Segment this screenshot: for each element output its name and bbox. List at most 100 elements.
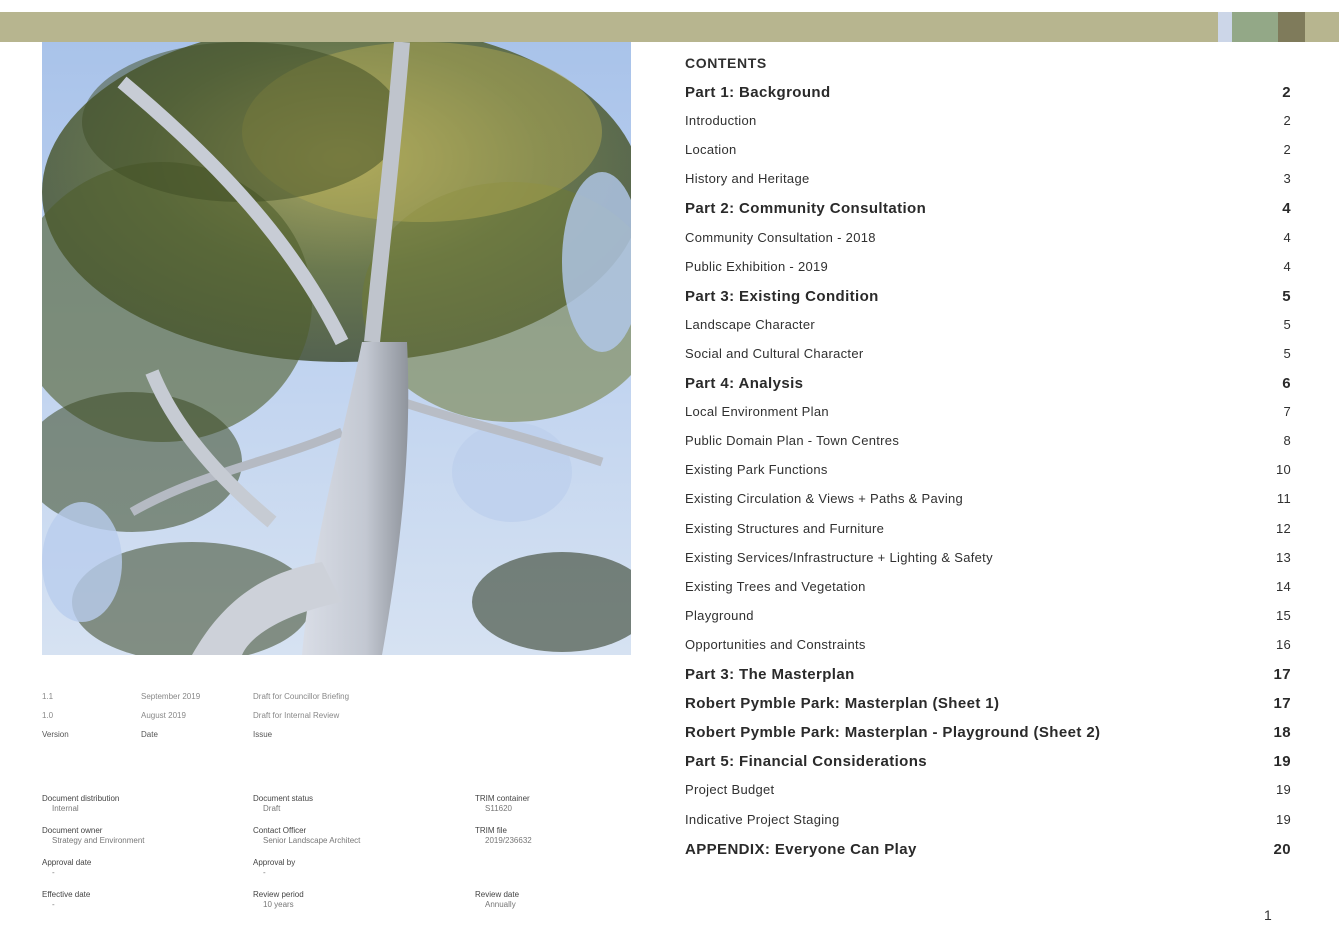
date-header: Date [141, 730, 158, 739]
toc-entry-page: 19 [1275, 811, 1291, 827]
toc-entry-page: 11 [1276, 491, 1291, 507]
toc-entry: Existing Structures and Furniture 12 [685, 521, 1291, 536]
toc-entry-page: 10 [1275, 462, 1291, 478]
info-owner: Document owner Strategy and Environment [42, 826, 145, 846]
header-bar-accent-3 [1278, 12, 1305, 42]
toc-entry-label: Local Environment Plan [685, 404, 829, 420]
toc-entry-page: 7 [1283, 404, 1291, 420]
version-issue: Draft for Councillor Briefing [253, 692, 350, 701]
toc-entry-page: 17 [1273, 695, 1291, 713]
toc-entry: Project Budget 19 [685, 782, 1291, 797]
info-value: - [263, 868, 266, 877]
version-row: 1.0 August 2019 Draft for Internal Revie… [42, 711, 642, 721]
toc-entry-page: 19 [1273, 753, 1291, 771]
toc-entry-page: 16 [1275, 636, 1291, 652]
toc-entry-label: Part 3: Existing Condition [685, 287, 879, 305]
info-value: 2019/236632 [485, 836, 532, 845]
toc-entry: Public Exhibition - 2019 4 [685, 259, 1291, 274]
info-label: Approval date [42, 858, 92, 867]
info-label: Effective date [42, 890, 91, 899]
toc-entry-label: Project Budget [685, 782, 775, 798]
info-label: TRIM file [475, 826, 507, 835]
toc-entry-page: 5 [1283, 345, 1291, 361]
toc-entry-page: 2 [1283, 113, 1291, 129]
info-review-date: Review date Annually [475, 890, 519, 910]
toc-entry-page: 2 [1283, 142, 1291, 158]
info-value: S11620 [485, 804, 512, 813]
toc-entry-label: Social and Cultural Character [685, 345, 864, 361]
toc-entry-label: APPENDIX: Everyone Can Play [685, 840, 917, 858]
info-label: Approval by [253, 858, 296, 867]
toc-entry-page: 4 [1282, 200, 1291, 218]
toc-title: CONTENTS [685, 55, 767, 71]
toc-entry-page: 13 [1275, 549, 1291, 565]
version-header: Version [42, 730, 69, 739]
info-label: Document owner [42, 826, 103, 835]
tree-photo [42, 42, 631, 655]
toc-part-entry: Part 4: Analysis 6 [685, 375, 1291, 392]
toc-entry-page: 8 [1283, 433, 1291, 449]
info-label: Review date [475, 890, 520, 899]
table-of-contents: CONTENTS Part 1: Background 2 Introduction… [685, 55, 1291, 858]
version-issue: Draft for Internal Review [253, 711, 340, 720]
info-effective-date: Effective date - [42, 890, 90, 910]
toc-entry: Indicative Project Staging 19 [685, 812, 1291, 827]
toc-entry: Location 2 [685, 142, 1291, 157]
toc-entry-label: Part 2: Community Consultation [685, 200, 927, 218]
info-value: - [52, 900, 55, 909]
toc-entry-page: 4 [1283, 229, 1291, 245]
toc-entry-label: Part 5: Financial Considerations [685, 753, 928, 771]
toc-entry-page: 5 [1283, 316, 1291, 332]
toc-entry: Playground 15 [685, 608, 1291, 623]
toc-entry-page: 15 [1275, 607, 1291, 623]
toc-entry-label: Existing Trees and Vegetation [685, 578, 866, 594]
toc-entry: Community Consultation - 2018 4 [685, 230, 1291, 245]
toc-entry-label: Part 1: Background [685, 84, 831, 101]
info-value: - [52, 868, 55, 877]
toc-entry-page: 5 [1282, 287, 1291, 305]
info-value: 10 years [263, 900, 294, 909]
toc-entry-label: Playground [685, 607, 754, 623]
toc-entry-page: 17 [1273, 666, 1291, 683]
version-date: August 2019 [141, 711, 186, 720]
toc-entry: Introduction 2 [685, 113, 1291, 128]
toc-entry: Opportunities and Constraints 16 [685, 637, 1291, 652]
info-value: Senior Landscape Architect [263, 836, 361, 845]
header-bar-accent-1 [1218, 12, 1232, 42]
toc-part-entry: Robert Pymble Park: Masterplan - Playgro… [685, 724, 1291, 741]
toc-entry-label: Introduction [685, 113, 757, 129]
info-contact: Contact Officer Senior Landscape Archite… [253, 826, 360, 846]
toc-part-entry: Part 1: Background 2 [685, 84, 1291, 101]
info-label: Document distribution [42, 794, 120, 803]
toc-entry-label: Location [685, 142, 737, 158]
toc-entry-label: Existing Services/Infrastructure + Light… [685, 549, 993, 565]
toc-entry: History and Heritage 3 [685, 171, 1291, 186]
toc-part-entry: Part 3: Existing Condition 5 [685, 288, 1291, 305]
toc-entry: Existing Park Functions 10 [685, 462, 1291, 477]
toc-entry: Existing Trees and Vegetation 14 [685, 579, 1291, 594]
version-row: 1.1 September 2019 Draft for Councillor … [42, 692, 642, 702]
info-value: Strategy and Environment [52, 836, 145, 845]
info-trim-container: TRIM container S11620 [475, 794, 530, 814]
toc-entry-label: Part 4: Analysis [685, 375, 804, 392]
toc-entry-label: Existing Structures and Furniture [685, 520, 885, 536]
tree-photo-illustration [42, 42, 631, 655]
info-label: TRIM container [475, 794, 530, 803]
info-approval-date: Approval date - [42, 858, 91, 878]
toc-entry-label: Existing Park Functions [685, 462, 828, 478]
info-trim-file: TRIM file 2019/236632 [475, 826, 532, 846]
toc-entry: Local Environment Plan 7 [685, 404, 1291, 419]
toc-entry-page: 3 [1283, 171, 1291, 187]
toc-entry-label: Indicative Project Staging [685, 811, 840, 827]
page-number: 1 [1264, 907, 1272, 923]
toc-entry-page: 12 [1275, 520, 1291, 536]
info-label: Contact Officer [253, 826, 307, 835]
toc-entry-page: 2 [1282, 84, 1291, 101]
toc-part-entry: Part 5: Financial Considerations 19 [685, 753, 1291, 770]
toc-part-entry: APPENDIX: Everyone Can Play 20 [685, 841, 1291, 858]
document-info: Document distribution Internal Document … [42, 794, 642, 914]
info-distribution: Document distribution Internal [42, 794, 119, 814]
info-label: Document status [253, 794, 314, 803]
info-label: Review period [253, 890, 304, 899]
toc-entry-label: Robert Pymble Park: Masterplan - Playgro… [685, 724, 1101, 742]
